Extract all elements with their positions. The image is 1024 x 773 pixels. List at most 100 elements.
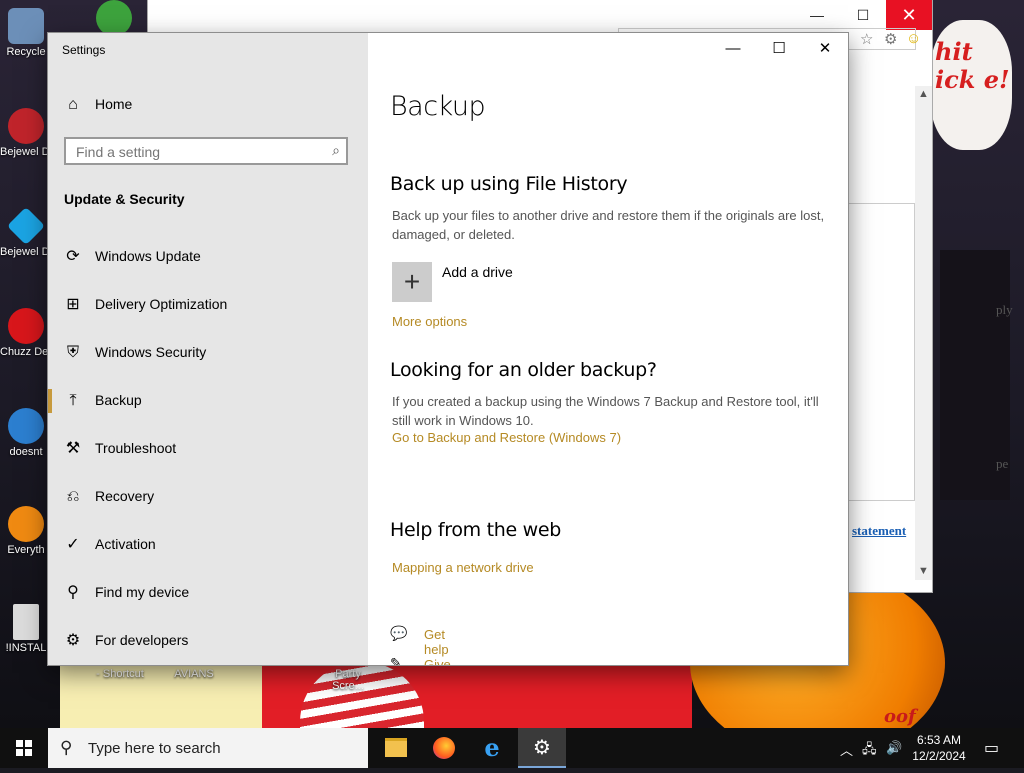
users-icon	[96, 0, 132, 36]
developer-icon: ⚙	[65, 632, 81, 649]
desktop-icon-everything[interactable]: Everyth	[0, 506, 52, 557]
network-icon[interactable]: 🖧	[862, 740, 877, 762]
nav-item-label: Recovery	[95, 488, 155, 504]
nav-item-delivery-optimization[interactable]: ⊞ Delivery Optimization	[48, 285, 368, 325]
wallpaper-text: hit ick e!	[935, 37, 1010, 94]
firefox-icon	[433, 736, 455, 759]
more-options-link[interactable]: More options	[392, 314, 467, 329]
desktop-icon-recycle-bin[interactable]: Recycle	[0, 8, 52, 59]
nav-item-for-developers[interactable]: ⚙ For developers	[48, 621, 368, 661]
browser-minimize-button[interactable]: —	[794, 0, 840, 30]
person-locate-icon: ⚲	[67, 584, 79, 601]
nav-item-label: Delivery Optimization	[95, 296, 228, 312]
taskbar-firefox[interactable]	[420, 728, 468, 768]
star-icon[interactable]: ☆	[860, 30, 873, 48]
settings-nav-pane: Settings ⌂ Home ⌕ Update & Security ⟳ Win…	[48, 33, 368, 665]
browser-scrollbar[interactable]: ▲ ▼	[915, 86, 932, 580]
desktop-icon-bejeweled-2[interactable]: Bejewel Delux	[0, 206, 52, 259]
settings-gear-icon: ⚙	[533, 737, 551, 759]
backup-restore-link[interactable]: Go to Backup and Restore (Windows 7)	[392, 430, 621, 445]
taskbar-search-box[interactable]: ⚲ Type here to search	[48, 728, 368, 768]
browser-statement-link[interactable]: statement	[852, 523, 906, 539]
nav-item-label: Windows Update	[95, 248, 201, 264]
folder-icon	[385, 738, 407, 758]
nav-item-label: Windows Security	[95, 344, 207, 360]
clock-time: 6:53 AM	[916, 733, 962, 747]
desktop-icon-bejeweled-1[interactable]: Bejewel Delux	[0, 108, 52, 159]
taskbar-search-placeholder: Type here to search	[88, 740, 221, 757]
chat-help-icon: 💬	[390, 625, 408, 641]
delivery-optimization-icon: ⊞	[66, 296, 80, 313]
notification-icon[interactable]: ▭	[984, 738, 999, 758]
desktop-icon-chuzzle[interactable]: Chuzz Delux	[0, 308, 52, 359]
desktop-label-party-screen[interactable]: Party Scre...	[318, 668, 378, 692]
backup-arrow-icon: ⤒	[69, 392, 77, 409]
help-web-heading: Help from the web	[390, 519, 562, 541]
clock-date: 12/2/2024	[912, 749, 966, 763]
start-button[interactable]	[0, 728, 48, 768]
activation-check-icon: ✓	[66, 536, 80, 553]
taskbar-settings[interactable]: ⚙	[518, 728, 566, 768]
taskbar-file-explorer[interactable]	[372, 728, 420, 768]
nav-item-recovery[interactable]: ⎌ Recovery	[48, 477, 368, 517]
recovery-icon: ⎌	[66, 488, 80, 505]
diamond-icon	[6, 206, 46, 246]
file-history-heading: Back up using File History	[390, 173, 628, 195]
internet-explorer-icon: e	[484, 733, 500, 762]
window-title: Settings	[62, 43, 106, 57]
find-setting-input[interactable]	[66, 139, 318, 165]
older-backup-heading: Looking for an older backup?	[390, 359, 657, 381]
nav-item-find-my-device[interactable]: ⚲ Find my device	[48, 573, 368, 613]
file-history-description: Back up your files to another drive and …	[392, 208, 825, 242]
desktop-icon-install[interactable]: !INSTAL	[0, 604, 52, 655]
get-help-link[interactable]: Get help	[424, 627, 449, 657]
bejeweled-icon	[8, 108, 44, 144]
bird-icon	[8, 408, 44, 444]
desktop-label-shortcut[interactable]: - Shortcut	[90, 668, 150, 680]
chevron-down-icon[interactable]: ▼	[915, 563, 932, 580]
chevron-up-icon[interactable]: ︿	[840, 740, 853, 759]
chevron-up-icon[interactable]: ▲	[915, 86, 932, 103]
find-setting-search[interactable]: ⌕	[64, 137, 348, 165]
nav-item-activation[interactable]: ✓ Activation	[48, 525, 368, 565]
nav-item-label: Activation	[95, 536, 156, 552]
nav-item-windows-security[interactable]: ⛨ Windows Security	[48, 333, 368, 373]
nav-item-windows-update[interactable]: ⟳ Windows Update	[48, 237, 368, 277]
give-feedback-link[interactable]: Give feedback	[424, 657, 477, 665]
page-title: Backup	[390, 91, 486, 122]
search-icon: ⚲	[60, 738, 73, 757]
browser-maximize-button[interactable]: ☐	[840, 0, 886, 30]
settings-window[interactable]: Settings ⌂ Home ⌕ Update & Security ⟳ Win…	[48, 33, 848, 665]
add-drive-button[interactable]: +	[392, 262, 432, 302]
home-icon: ⌂	[68, 96, 78, 113]
nav-item-troubleshoot[interactable]: ⚒ Troubleshoot	[48, 429, 368, 469]
nav-home[interactable]: ⌂ Home	[48, 85, 368, 125]
desktop-icon-doesnt[interactable]: doesnt	[0, 408, 52, 459]
shield-icon: ⛨	[66, 344, 79, 361]
taskbar-internet-explorer[interactable]: e	[468, 728, 516, 768]
taskbar: ⚲ Type here to search e ⚙ ︿ 🖧 🔊 6:53 AM …	[0, 728, 1024, 768]
windows-logo-icon	[16, 740, 32, 756]
browser-close-button[interactable]: ✕	[886, 0, 932, 30]
browser-inner-frame	[845, 203, 915, 501]
gear-icon[interactable]: ⚙	[884, 30, 897, 48]
nav-section-title: Update & Security	[64, 191, 185, 207]
settings-content: Backup Back up using File History Back u…	[368, 33, 848, 665]
search-icon: ⌕	[332, 142, 340, 158]
document-icon	[13, 604, 39, 640]
volume-icon[interactable]: 🔊	[886, 740, 902, 756]
desktop-label-avians[interactable]: AVIANS	[164, 668, 224, 680]
network-drive-link[interactable]: Mapping a network drive	[392, 560, 534, 575]
feedback-icon: ✎	[390, 655, 402, 665]
browser-peek-text: ply	[996, 302, 1013, 317]
system-clock[interactable]: 6:53 AM 12/2/2024	[904, 732, 974, 764]
refresh-icon: ⟳	[66, 248, 80, 265]
nav-item-backup[interactable]: ⤒ Backup	[48, 381, 368, 421]
browser-peek-text: pe	[996, 456, 1009, 471]
recycle-bin-icon	[8, 8, 44, 44]
smiley-icon[interactable]: ☺	[906, 30, 921, 47]
add-drive-label[interactable]: Add a drive	[442, 264, 513, 280]
wrench-icon: ⚒	[65, 440, 81, 457]
wallpaper-small-text: oof	[884, 706, 916, 727]
nav-item-label: Troubleshoot	[95, 440, 177, 456]
